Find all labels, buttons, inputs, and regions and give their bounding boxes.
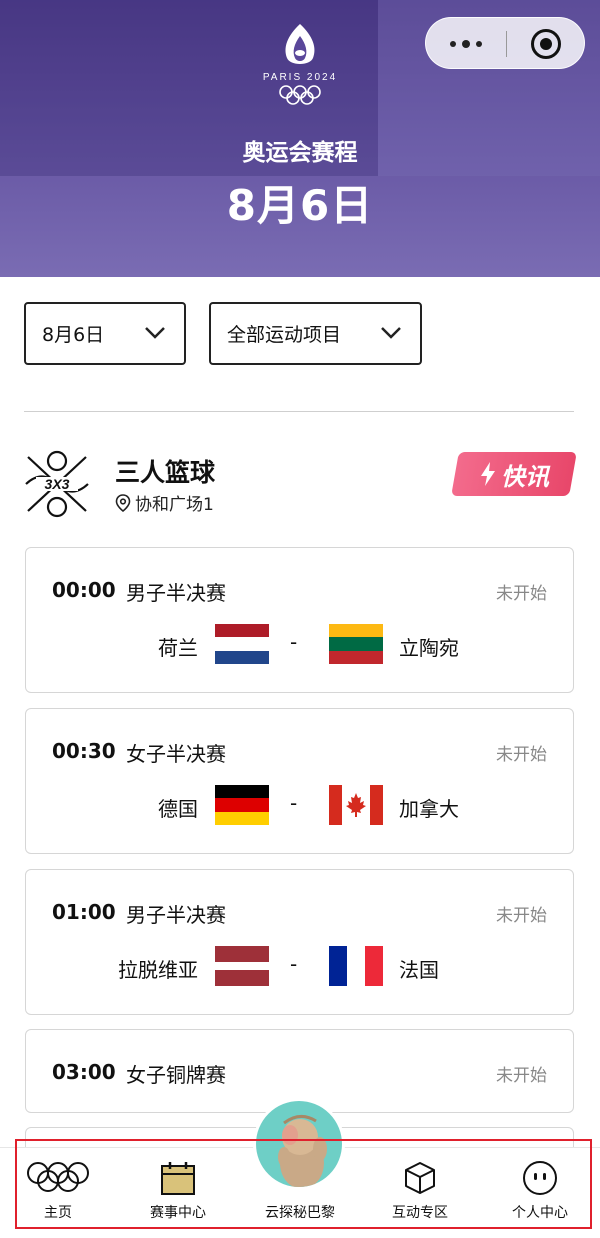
team-a-name: 德国 (158, 797, 198, 821)
match-time: 00:30 (52, 739, 116, 763)
divider (24, 411, 574, 412)
olympic-rings-small-icon (279, 85, 321, 105)
team-b-name: 法国 (399, 958, 439, 982)
location-pin-icon (115, 493, 131, 512)
news-badge-label: 快讯 (501, 462, 549, 491)
netherlands-flag-icon (215, 624, 269, 664)
news-flash-button[interactable]: 快讯 (451, 452, 577, 496)
tab-interactive-zone[interactable]: 互动专区 (370, 1148, 470, 1238)
calendar-icon (161, 1162, 195, 1195)
tab-home[interactable]: 主页 (8, 1148, 108, 1238)
chevron-down-icon (381, 327, 401, 339)
news-badge-content: 快讯 (455, 452, 573, 496)
paris-2024-text: PARIS 2024 (262, 72, 338, 83)
sport-name: 三人篮球 (115, 458, 216, 487)
team-a-name: 荷兰 (158, 636, 198, 660)
tab-explore-paris-label: 云探秘巴黎 (265, 1205, 335, 1221)
versus-separator: - (290, 791, 298, 815)
current-date: 8月6日 (226, 181, 374, 230)
header-banner: PARIS 2024 奥运会赛程 8月6日 (0, 0, 600, 277)
tab-home-label: 主页 (44, 1205, 72, 1221)
page-title: 奥运会赛程 (242, 140, 358, 166)
dot-icon (476, 41, 482, 47)
paris-2024-logo: PARIS 2024 (258, 22, 342, 114)
versus-separator: - (290, 952, 298, 976)
match-round: 男子半决赛 (126, 581, 226, 605)
tab-interactive-zone-label: 互动专区 (392, 1205, 448, 1221)
team-a-name: 拉脱维亚 (118, 958, 198, 982)
target-icon (540, 38, 552, 50)
match-card[interactable]: 00:00 男子半决赛 未开始 荷兰 - 立陶宛 (25, 547, 574, 693)
venue: 协和广场1 (115, 490, 214, 515)
match-time: 01:00 (52, 900, 116, 924)
olympic-rings-icon (27, 1162, 89, 1192)
team-b-name: 立陶宛 (399, 636, 459, 660)
3x3-basketball-icon: 3X3 (25, 450, 89, 518)
dot-icon (462, 40, 470, 48)
date-dropdown[interactable]: 8月6日 (24, 302, 186, 365)
mascot-button[interactable] (253, 1098, 345, 1190)
venue-name: 协和广场1 (135, 495, 214, 515)
france-flag-icon (329, 946, 383, 986)
date-dropdown-value: 8月6日 (42, 324, 105, 346)
lightning-icon (481, 462, 495, 486)
team-b-name: 加拿大 (399, 797, 459, 821)
canada-flag-icon (329, 785, 383, 825)
match-time: 03:00 (52, 1060, 116, 1084)
match-card[interactable]: 01:00 男子半决赛 未开始 拉脱维亚 - 法国 (25, 869, 574, 1015)
tab-profile[interactable]: 个人中心 (490, 1148, 590, 1238)
match-round: 女子铜牌赛 (126, 1063, 226, 1087)
capsule-divider (506, 31, 507, 57)
miniprogram-capsule (425, 17, 585, 69)
tab-event-center-label: 赛事中心 (150, 1205, 206, 1221)
close-miniprogram-button[interactable] (531, 29, 561, 59)
cube-icon (405, 1162, 435, 1194)
match-round: 男子半决赛 (126, 903, 226, 927)
schedule-content: 8月6日 全部运动项目 3X3 三人篮球 协和广场1 快讯 00:00 男子半决… (0, 277, 600, 1147)
latvia-flag-icon (215, 946, 269, 986)
chevron-down-icon (145, 327, 165, 339)
match-time: 00:00 (52, 578, 116, 602)
face-icon (523, 1161, 557, 1195)
match-status: 未开始 (496, 1066, 547, 1086)
sport-dropdown-value: 全部运动项目 (227, 324, 342, 346)
tab-event-center[interactable]: 赛事中心 (128, 1148, 228, 1238)
dot-icon (450, 41, 456, 47)
germany-flag-icon (215, 785, 269, 825)
paris-2024-flame-icon (285, 24, 315, 64)
match-round: 女子半决赛 (126, 742, 226, 766)
more-menu-button[interactable] (426, 18, 506, 70)
match-status: 未开始 (496, 745, 547, 765)
match-status: 未开始 (496, 906, 547, 926)
match-status: 未开始 (496, 584, 547, 604)
versus-separator: - (290, 630, 298, 654)
svg-text:3X3: 3X3 (45, 476, 70, 492)
sport-dropdown[interactable]: 全部运动项目 (209, 302, 422, 365)
tab-profile-label: 个人中心 (512, 1205, 568, 1221)
match-card[interactable]: 00:30 女子半决赛 未开始 德国 - 加拿大 (25, 708, 574, 854)
lithuania-flag-icon (329, 624, 383, 664)
